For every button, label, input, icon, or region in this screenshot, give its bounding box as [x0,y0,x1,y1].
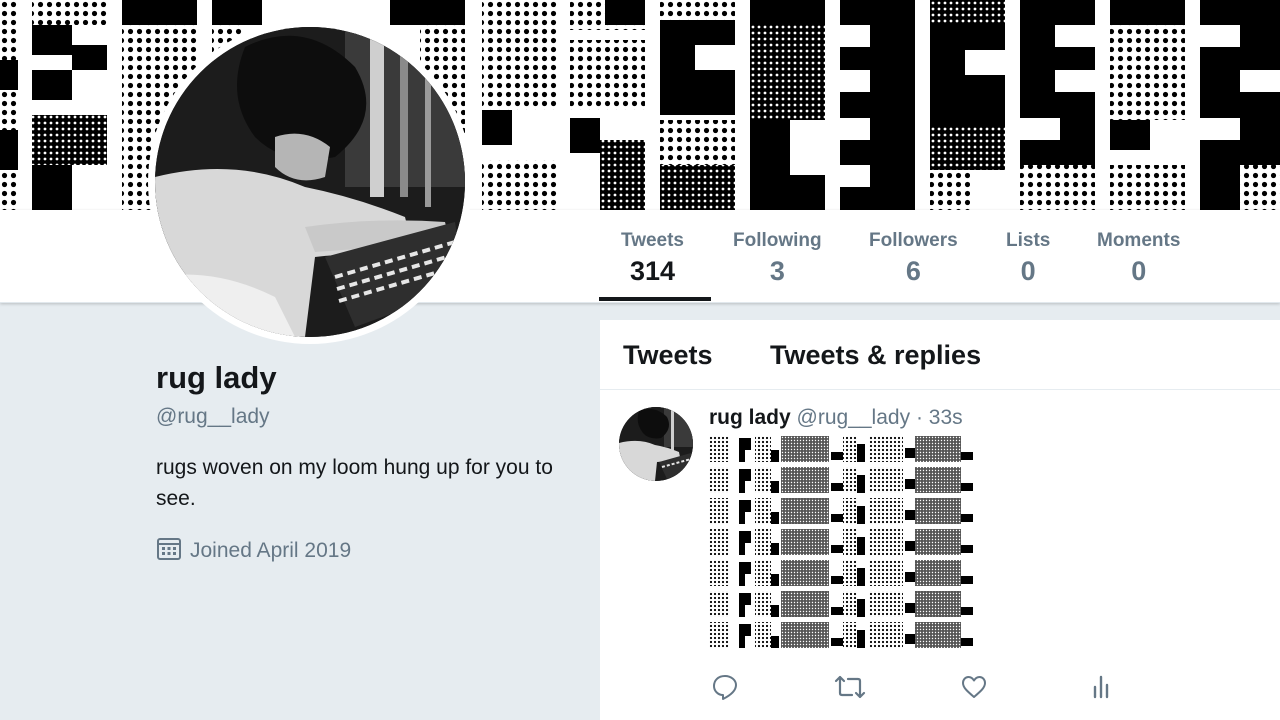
stat-tweets-label: Tweets [621,230,685,251]
stat-moments[interactable]: Moments 0 [1097,230,1180,288]
profile-handle[interactable]: @rug__lady [156,405,270,429]
profile-joined-date: Joined April 2019 [156,535,351,567]
tweet-timestamp[interactable]: 33s [929,406,963,429]
stat-following-value: 3 [769,256,785,286]
analytics-icon[interactable] [1087,673,1117,703]
tweet-rug-image[interactable] [709,436,973,650]
stat-lists[interactable]: Lists 0 [1006,230,1050,288]
stat-followers[interactable]: Followers 6 [869,230,958,288]
retweet-icon[interactable] [834,673,866,703]
tweet[interactable]: rug lady @rug__lady · 33s [600,390,1280,715]
joined-text: Joined April 2019 [190,539,352,562]
active-stat-indicator [599,297,711,301]
timeline-tabs: Tweets Tweets & replies [600,320,1280,390]
stat-following-label: Following [733,230,822,251]
tweet-author-handle[interactable]: @rug__lady [797,406,911,429]
profile-bio: rugs woven on my loom hung up for you to… [156,456,553,510]
stat-following[interactable]: Following 3 [733,230,822,288]
tweet-author-name[interactable]: rug lady [709,406,791,429]
like-icon[interactable] [960,673,990,703]
stat-moments-label: Moments [1097,230,1181,251]
calendar-icon [156,535,182,567]
tweet-header: rug lady @rug__lady · 33s [709,406,963,430]
stat-moments-value: 0 [1131,256,1147,286]
stat-lists-value: 0 [1020,256,1036,286]
stat-followers-label: Followers [869,230,958,251]
stat-tweets-value: 314 [629,256,676,286]
stat-lists-label: Lists [1006,230,1051,251]
tab-tweets-and-replies[interactable]: Tweets & replies [770,340,981,371]
reply-icon[interactable] [711,673,741,703]
stat-tweets[interactable]: Tweets 314 [621,230,684,288]
timeline: Tweets Tweets & replies rug lady @rug__l… [600,320,1280,720]
tweet-separator: · [915,406,923,429]
tab-tweets[interactable]: Tweets [623,340,713,371]
avatar-photo [155,27,465,337]
tweet-author-avatar[interactable] [619,407,693,481]
profile-avatar[interactable] [148,20,472,344]
profile-name[interactable]: rug lady [156,360,277,396]
stat-followers-value: 6 [905,256,921,286]
